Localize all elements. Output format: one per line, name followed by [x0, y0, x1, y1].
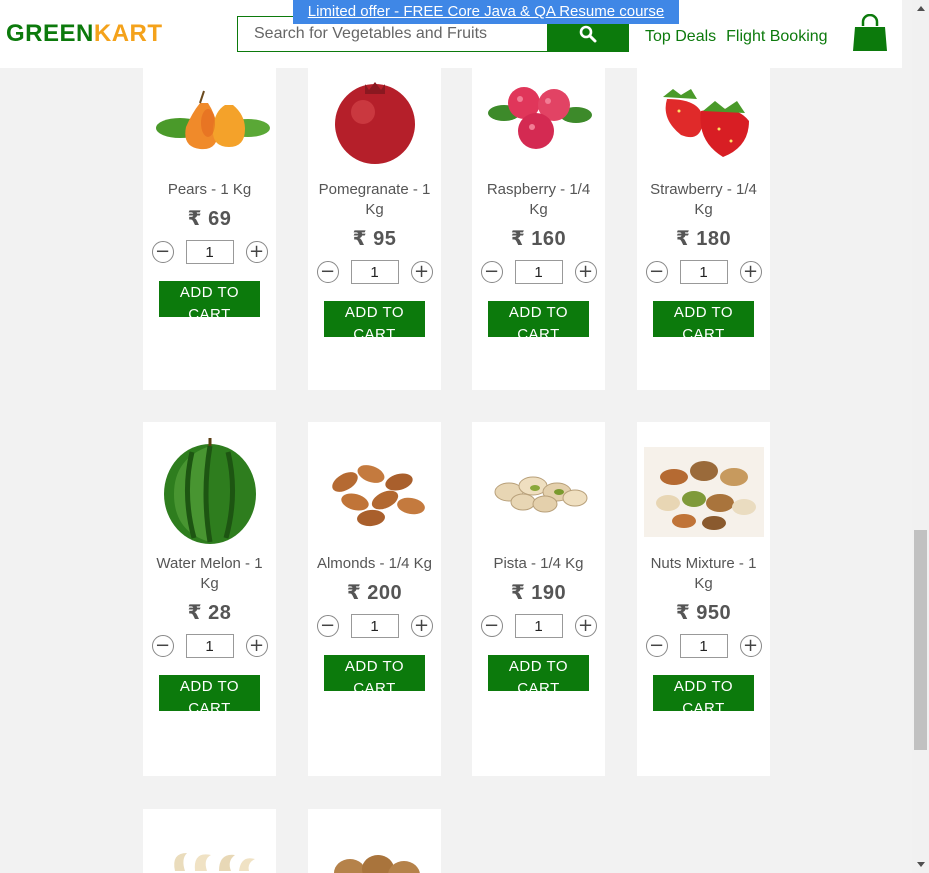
quantity-input[interactable] — [185, 634, 234, 658]
product-card — [308, 809, 441, 873]
add-to-cart-button[interactable]: ADD TO CART — [488, 301, 589, 337]
product-card: Raspberry - 1/4 Kg ₹ 160 − + ADD TO CART — [472, 58, 605, 390]
scroll-down-arrow-icon[interactable] — [912, 856, 929, 873]
decrement-button[interactable]: − — [151, 241, 174, 263]
quantity-stepper: − + — [308, 613, 441, 639]
product-image-almonds — [308, 422, 441, 552]
decrement-button[interactable]: − — [316, 261, 339, 283]
add-to-cart-button[interactable]: ADD TO CART — [653, 301, 754, 337]
scrollbar-thumb[interactable] — [914, 530, 927, 750]
quantity-input[interactable] — [514, 260, 563, 284]
product-image-nuts-mixture — [637, 422, 770, 552]
vertical-scrollbar[interactable] — [912, 0, 929, 873]
promo-banner-link[interactable]: Limited offer - FREE Core Java & QA Resu… — [293, 0, 679, 24]
quantity-input[interactable] — [350, 260, 399, 284]
nav-top-deals[interactable]: Top Deals — [645, 28, 716, 45]
logo-green: GREEN — [6, 20, 94, 47]
product-price: ₹ 28 — [187, 602, 232, 624]
product-name: Pomegranate - 1 Kg — [318, 181, 431, 218]
quantity-stepper: − + — [143, 633, 276, 659]
quantity-input[interactable] — [514, 614, 563, 638]
quantity-stepper: − + — [143, 239, 276, 265]
increment-button[interactable]: + — [739, 261, 762, 283]
increment-button[interactable]: + — [410, 615, 433, 637]
increment-button[interactable]: + — [410, 261, 433, 283]
add-to-cart-button[interactable]: ADD TO CART — [324, 301, 425, 337]
product-name: Raspberry - 1/4 Kg — [486, 181, 591, 218]
product-image-pista — [472, 422, 605, 552]
product-image-pomegranate — [308, 58, 441, 178]
decrement-button[interactable]: − — [645, 635, 668, 657]
quantity-stepper: − + — [472, 613, 605, 639]
product-price: ₹ 69 — [187, 208, 232, 230]
product-price: ₹ 160 — [510, 228, 567, 250]
quantity-input[interactable] — [185, 240, 234, 264]
add-to-cart-button[interactable]: ADD TO CART — [159, 675, 260, 711]
increment-button[interactable]: + — [574, 261, 597, 283]
increment-button[interactable]: + — [574, 615, 597, 637]
product-price: ₹ 950 — [675, 602, 732, 624]
quantity-input[interactable] — [679, 634, 728, 658]
add-to-cart-button[interactable]: ADD TO CART — [324, 655, 425, 691]
product-image-pears — [143, 58, 276, 178]
product-price: ₹ 95 — [352, 228, 397, 250]
scroll-up-arrow-icon[interactable] — [912, 0, 929, 17]
decrement-button[interactable]: − — [316, 615, 339, 637]
increment-button[interactable]: + — [245, 635, 268, 657]
product-image-raspberry — [472, 58, 605, 178]
product-name: Pista - 1/4 Kg — [493, 555, 584, 572]
add-to-cart-button[interactable]: ADD TO CART — [488, 655, 589, 691]
product-name: Water Melon - 1 Kg — [156, 555, 263, 592]
product-name: Nuts Mixture - 1 Kg — [650, 555, 757, 592]
increment-button[interactable]: + — [739, 635, 762, 657]
product-card: Strawberry - 1/4 Kg ₹ 180 − + ADD TO CAR… — [637, 58, 770, 390]
product-image-cashews — [143, 809, 276, 873]
product-image-walnuts — [308, 809, 441, 873]
add-to-cart-button[interactable]: ADD TO CART — [159, 281, 260, 317]
logo[interactable]: GREENKART — [6, 20, 163, 48]
quantity-stepper: − + — [472, 259, 605, 285]
quantity-stepper: − + — [637, 633, 770, 659]
product-card: Pears - 1 Kg ₹ 69 − + ADD TO CART — [143, 58, 276, 390]
product-card: Water Melon - 1 Kg ₹ 28 − + ADD TO CART — [143, 422, 276, 776]
decrement-button[interactable]: − — [480, 615, 503, 637]
product-card: Nuts Mixture - 1 Kg ₹ 950 − + ADD TO CAR… — [637, 422, 770, 776]
product-card: Almonds - 1/4 Kg ₹ 200 − + ADD TO CART — [308, 422, 441, 776]
shopping-bag-icon[interactable] — [852, 14, 888, 52]
search-icon — [579, 25, 597, 43]
quantity-input[interactable] — [679, 260, 728, 284]
product-image-watermelon — [143, 422, 276, 552]
logo-kart: KART — [93, 20, 163, 47]
product-name: Strawberry - 1/4 Kg — [650, 181, 757, 218]
decrement-button[interactable]: − — [480, 261, 503, 283]
product-card: Pista - 1/4 Kg ₹ 190 − + ADD TO CART — [472, 422, 605, 776]
product-price: ₹ 180 — [675, 228, 732, 250]
product-name: Almonds - 1/4 Kg — [316, 555, 433, 572]
product-price: ₹ 200 — [346, 582, 403, 604]
product-price: ₹ 190 — [510, 582, 567, 604]
decrement-button[interactable]: − — [151, 635, 174, 657]
product-card: Pomegranate - 1 Kg ₹ 95 − + ADD TO CART — [308, 58, 441, 390]
product-image-strawberry — [637, 58, 770, 178]
header: GREENKART Limited offer - FREE Core Java… — [0, 0, 902, 68]
quantity-input[interactable] — [350, 614, 399, 638]
increment-button[interactable]: + — [245, 241, 268, 263]
product-name: Pears - 1 Kg — [167, 181, 252, 198]
quantity-stepper: − + — [637, 259, 770, 285]
add-to-cart-button[interactable]: ADD TO CART — [653, 675, 754, 711]
product-card — [143, 809, 276, 873]
nav-flight-booking[interactable]: Flight Booking — [726, 28, 827, 45]
quantity-stepper: − + — [308, 259, 441, 285]
decrement-button[interactable]: − — [645, 261, 668, 283]
nav-links: Top Deals Flight Booking — [645, 28, 838, 46]
